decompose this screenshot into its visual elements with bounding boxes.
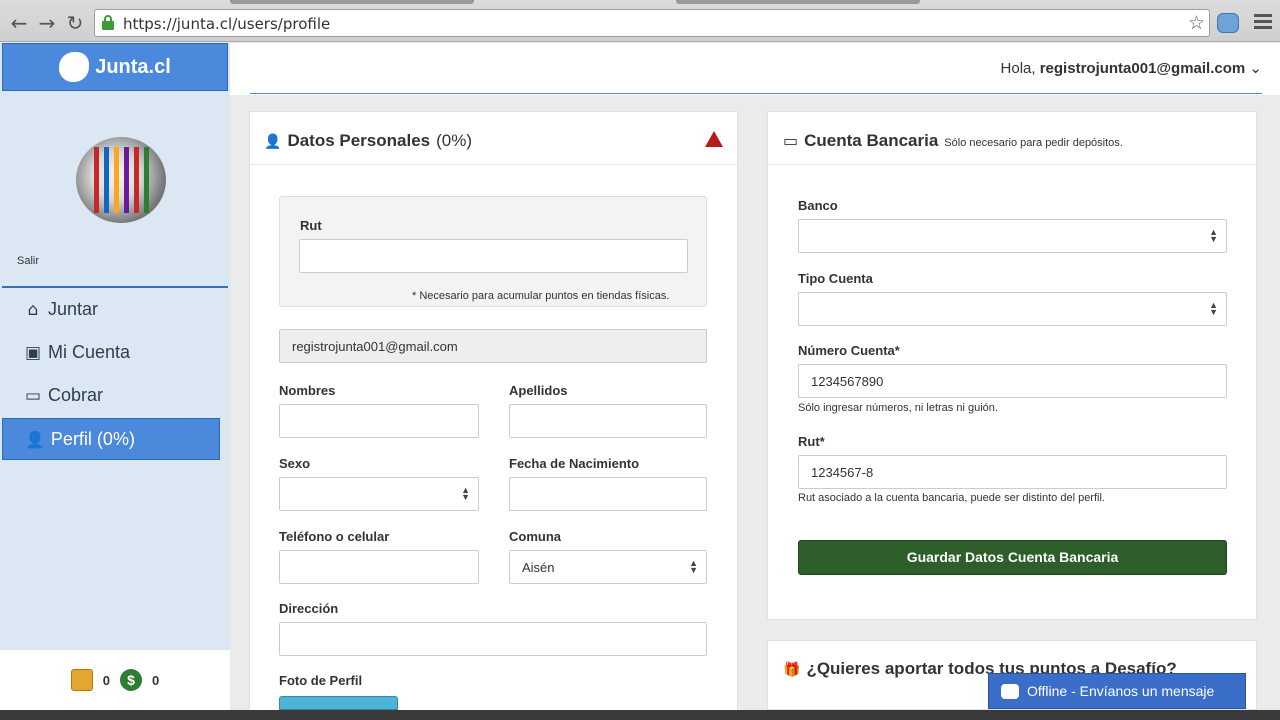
apellidos-label: Apellidos bbox=[509, 383, 568, 398]
upload-photo-button[interactable] bbox=[279, 696, 398, 710]
bank-account-title: ▭ Cuenta Bancaria Sólo necesario para pe… bbox=[783, 131, 1123, 150]
credit-card-icon: ▭ bbox=[783, 131, 799, 150]
points-icon bbox=[70, 669, 93, 691]
chat-bubble-icon bbox=[1001, 683, 1019, 699]
home-icon: ⌂ bbox=[27, 299, 39, 320]
points-count: 0 bbox=[102, 672, 110, 688]
banco-label: Banco bbox=[798, 198, 838, 213]
credit-card-icon: ▭ bbox=[24, 385, 42, 406]
user-email: registrojunta001@gmail.com bbox=[1039, 60, 1246, 77]
sidebar-item-cobrar[interactable]: ▭ Cobrar bbox=[24, 385, 103, 406]
numero-cuenta-label: Número Cuenta* bbox=[798, 343, 900, 358]
bank-rut-input[interactable]: 1234567-8 bbox=[798, 455, 1227, 489]
save-bank-button[interactable]: Guardar Datos Cuenta Bancaria bbox=[798, 540, 1227, 575]
comuna-select[interactable]: Aisén ▲ ▼ bbox=[509, 550, 707, 584]
tipo-cuenta-select[interactable]: ▲ ▼ bbox=[798, 292, 1227, 326]
browser-toolbar: ← → ↻ https://junta.cl/users/profile ☆ bbox=[0, 0, 1280, 42]
sexo-select[interactable]: ▲ ▼ bbox=[279, 477, 479, 511]
bank-rut-help: Rut asociado a la cuenta bancaria, puede… bbox=[798, 492, 1105, 504]
greeting-text: Hola, bbox=[1000, 60, 1036, 77]
rut-label: Rut bbox=[300, 218, 322, 233]
reload-icon[interactable]: ↻ bbox=[64, 12, 86, 34]
direccion-input[interactable] bbox=[279, 622, 707, 656]
completion-percent: (0%) bbox=[436, 131, 473, 150]
rut-help-text: * Necesario para acumular puntos en tien… bbox=[412, 290, 670, 302]
banco-select[interactable]: ▲ ▼ bbox=[798, 219, 1227, 253]
address-bar[interactable]: https://junta.cl/users/profile ☆ bbox=[94, 9, 1210, 37]
user-icon: 👤 bbox=[25, 429, 45, 449]
header-divider bbox=[250, 93, 1262, 94]
chevron-down-icon: ⌄ bbox=[1249, 60, 1262, 77]
sidebar-item-label: Cobrar bbox=[48, 385, 104, 405]
chat-widget[interactable]: Offline - Envíanos un mensaje bbox=[988, 673, 1246, 709]
sidebar-item-juntar[interactable]: ⌂ Juntar bbox=[24, 299, 98, 320]
comuna-value: Aisén bbox=[522, 560, 555, 575]
dollar-icon: $ bbox=[120, 669, 142, 691]
browser-tab[interactable] bbox=[676, 0, 920, 4]
user-menu[interactable]: Hola, registrojunta001@gmail.com ⌄ bbox=[1001, 59, 1262, 77]
select-arrows-icon: ▲ ▼ bbox=[1209, 227, 1218, 244]
numero-cuenta-help: Sólo ingresar números, ni letras ni guió… bbox=[798, 402, 998, 414]
avatar bbox=[76, 137, 166, 223]
sidebar-item-perfil[interactable]: 👤 Perfil (0%) bbox=[2, 418, 220, 460]
gift-icon: 🎁 bbox=[783, 662, 801, 678]
logout-link[interactable]: Salir bbox=[17, 255, 39, 267]
money-count: 0 bbox=[152, 672, 160, 688]
money-icon: ▣ bbox=[24, 342, 42, 363]
telefono-label: Teléfono o celular bbox=[279, 529, 390, 544]
fecha-label: Fecha de Nacimiento bbox=[509, 456, 640, 471]
user-icon: 👤 bbox=[264, 134, 282, 150]
warning-icon bbox=[705, 131, 723, 147]
bank-rut-label: Rut* bbox=[798, 434, 825, 449]
select-arrows-icon: ▲ ▼ bbox=[461, 485, 470, 502]
apellidos-input[interactable] bbox=[509, 404, 707, 438]
chat-label: Offline - Envíanos un mensaje bbox=[1027, 683, 1215, 699]
select-arrows-icon: ▲ ▼ bbox=[689, 558, 698, 575]
sidebar-item-label: Perfil (0%) bbox=[50, 428, 135, 449]
sidebar-divider bbox=[2, 286, 228, 288]
numero-cuenta-input[interactable]: 1234567890 bbox=[798, 364, 1227, 398]
sidebar-item-mi-cuenta[interactable]: ▣ Mi Cuenta bbox=[24, 342, 130, 363]
personal-data-title: 👤 Datos Personales (0%) bbox=[264, 131, 473, 150]
direccion-label: Dirección bbox=[279, 601, 339, 616]
telefono-input[interactable] bbox=[279, 550, 479, 584]
chat-extension-icon[interactable] bbox=[1217, 13, 1239, 33]
bank-subtitle: Sólo necesario para pedir depósitos. bbox=[944, 137, 1123, 149]
sidebar: Junta.cl Salir ⌂ Juntar ▣ Mi Cuenta ▭ Co… bbox=[0, 43, 230, 710]
piggy-logo-icon bbox=[59, 52, 90, 82]
browser-tab[interactable] bbox=[230, 0, 474, 4]
os-taskbar bbox=[0, 710, 1280, 720]
forward-icon[interactable]: → bbox=[36, 12, 58, 34]
menu-icon[interactable] bbox=[1254, 14, 1272, 32]
rut-input[interactable] bbox=[299, 239, 688, 273]
nombres-label: Nombres bbox=[279, 383, 336, 398]
nombres-input[interactable] bbox=[279, 404, 479, 438]
select-arrows-icon: ▲ ▼ bbox=[1209, 300, 1218, 317]
lock-icon bbox=[102, 15, 114, 30]
comuna-label: Comuna bbox=[509, 529, 561, 544]
sidebar-item-label: Mi Cuenta bbox=[48, 342, 131, 362]
points-summary: 0 $ 0 bbox=[0, 650, 230, 710]
email-field[interactable]: registrojunta001@gmail.com bbox=[279, 329, 707, 363]
brand-logo[interactable]: Junta.cl bbox=[2, 43, 228, 91]
sexo-label: Sexo bbox=[279, 456, 311, 471]
brand-name: Junta.cl bbox=[95, 55, 171, 78]
url-text[interactable]: https://junta.cl/users/profile bbox=[123, 15, 330, 33]
top-header: Hola, registrojunta001@gmail.com ⌄ bbox=[230, 43, 1280, 95]
sidebar-item-label: Juntar bbox=[48, 299, 99, 319]
back-icon[interactable]: ← bbox=[8, 12, 30, 34]
fecha-nacimiento-input[interactable] bbox=[509, 477, 707, 511]
foto-label: Foto de Perfil bbox=[279, 673, 363, 688]
tipo-cuenta-label: Tipo Cuenta bbox=[798, 271, 873, 286]
star-icon[interactable]: ☆ bbox=[1188, 12, 1205, 34]
